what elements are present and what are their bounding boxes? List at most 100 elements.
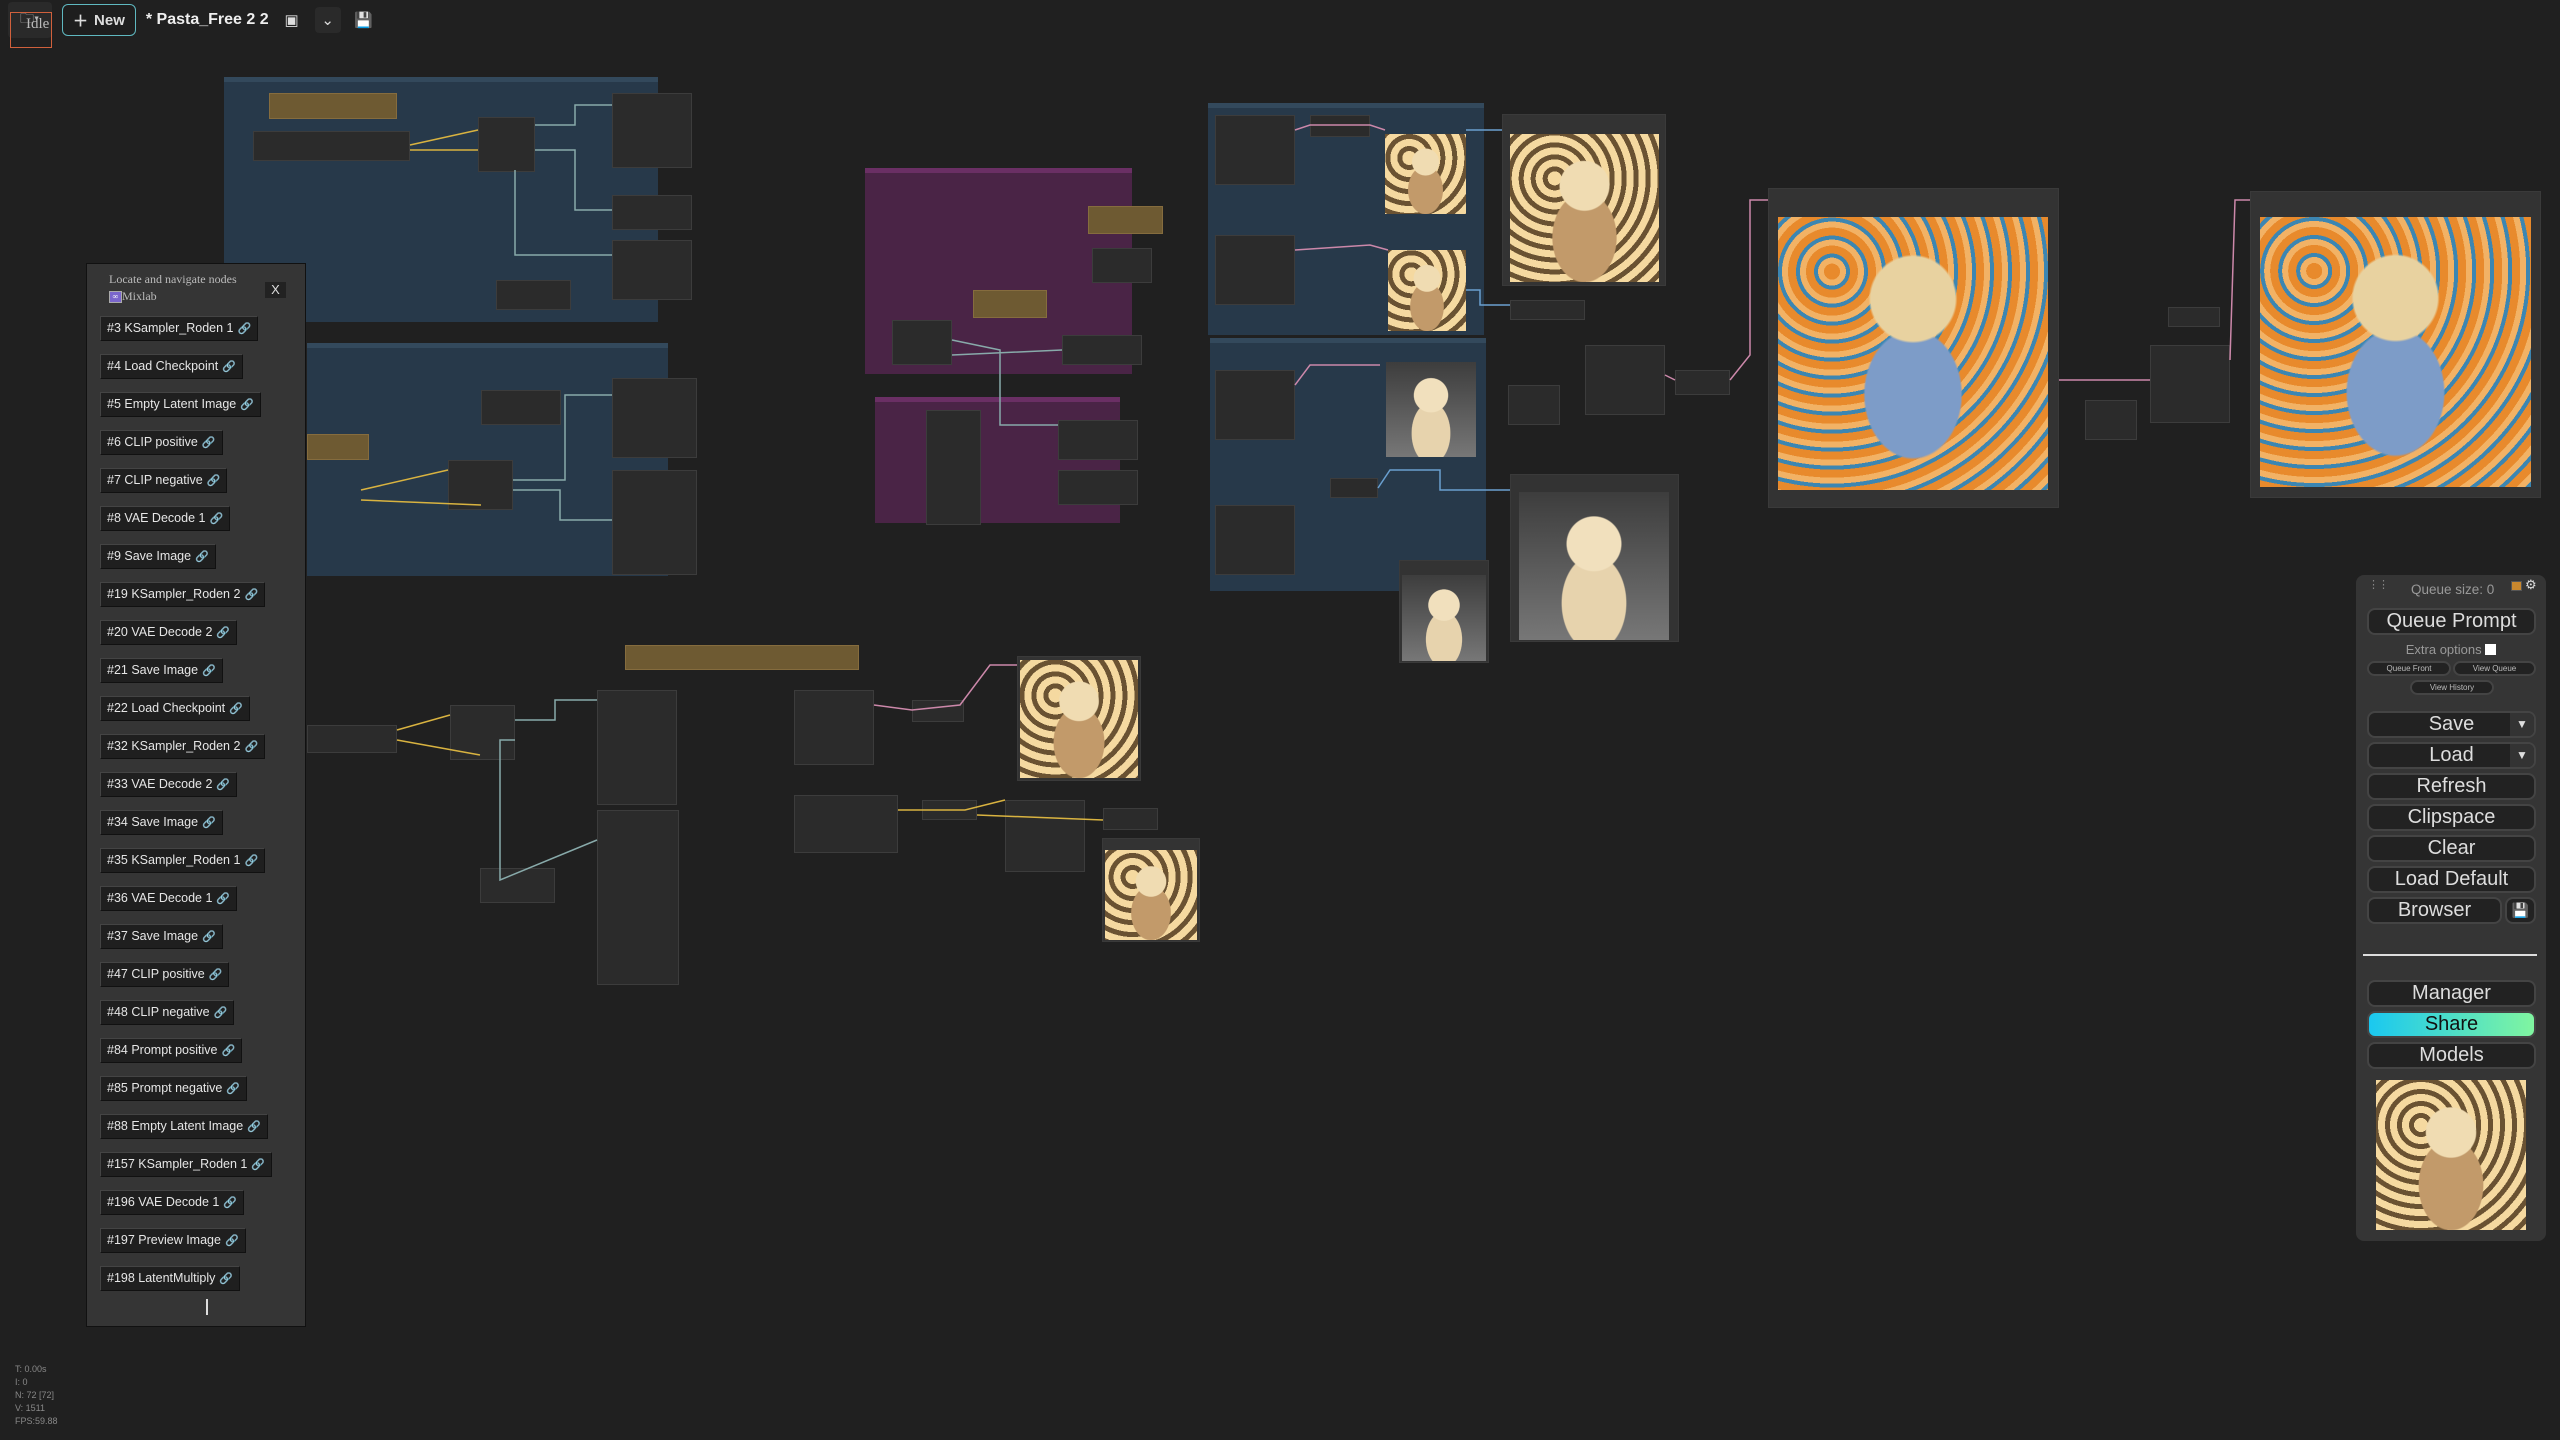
locator-item[interactable]: #7 CLIP negative 🔗	[100, 468, 228, 493]
link-icon[interactable]: 🔗	[251, 1159, 265, 1171]
link-icon[interactable]: 🔗	[240, 399, 254, 411]
wire	[1466, 129, 1510, 306]
locator-item[interactable]: #48 CLIP negative 🔗	[100, 1000, 235, 1025]
locator-item-label: #198 LatentMultiply	[107, 1271, 216, 1285]
share-button[interactable]: Share	[2367, 1011, 2536, 1038]
locator-item[interactable]: #9 Save Image 🔗	[100, 544, 216, 569]
locator-item[interactable]: #19 KSampler_Roden 2 🔗	[100, 582, 266, 607]
image-feed-icon[interactable]	[2511, 581, 2522, 591]
link-icon[interactable]: 🔗	[219, 1273, 233, 1285]
locator-list[interactable]: #3 KSampler_Roden 1 🔗 #4 Load Checkpoint 🔗 #…	[100, 316, 301, 1298]
view-history-button[interactable]: View History	[2410, 680, 2494, 695]
caret-down-icon[interactable]: ▼	[2510, 744, 2534, 767]
load-default-button[interactable]: Load Default	[2367, 866, 2536, 893]
locator-item[interactable]: #157 KSampler_Roden 1 🔗	[100, 1152, 273, 1177]
save-button[interactable]: Save ▼	[2367, 711, 2536, 738]
locator-item[interactable]: #3 KSampler_Roden 1 🔗	[100, 316, 259, 341]
link-icon[interactable]: 🔗	[221, 1045, 235, 1057]
locator-item[interactable]: #84 Prompt positive 🔗	[100, 1038, 243, 1063]
locator-item-label: #35 KSampler_Roden 1	[107, 853, 241, 867]
link-icon[interactable]: 🔗	[229, 703, 243, 715]
locator-item[interactable]: #47 CLIP positive 🔗	[100, 962, 230, 987]
locator-item[interactable]: #85 Prompt negative 🔗	[100, 1076, 248, 1101]
load-button[interactable]: Load ▼	[2367, 742, 2536, 769]
link-icon[interactable]: 🔗	[247, 1121, 261, 1133]
manager-button[interactable]: Manager	[2367, 980, 2536, 1007]
locator-item[interactable]: #4 Load Checkpoint 🔗	[100, 354, 243, 379]
canvas-stats: T: 0.00s I: 0 N: 72 [72] V: 1511 FPS:59.…	[15, 1363, 58, 1428]
locator-item-label: #19 KSampler_Roden 2	[107, 587, 241, 601]
locator-item-label: #84 Prompt positive	[107, 1043, 218, 1057]
locator-item[interactable]: #8 VAE Decode 1 🔗	[100, 506, 231, 531]
save-label: Save	[2428, 713, 2475, 735]
link-icon[interactable]: 🔗	[214, 1007, 228, 1019]
link-icon[interactable]: 🔗	[202, 665, 216, 677]
locator-item[interactable]: #35 KSampler_Roden 1 🔗	[100, 848, 266, 873]
locator-item[interactable]: #197 Preview Image 🔗	[100, 1228, 246, 1253]
locator-item[interactable]: #33 VAE Decode 2 🔗	[100, 772, 238, 797]
link-icon[interactable]: 🔗	[209, 969, 223, 981]
view-queue-button[interactable]: View Queue	[2453, 661, 2536, 676]
locator-item[interactable]: #20 VAE Decode 2 🔗	[100, 620, 238, 645]
node-locator-panel: Locate and navigate nodes ∞ Mixlab X #3 K…	[86, 263, 306, 1327]
link-icon[interactable]: 🔗	[226, 1083, 240, 1095]
locator-item-label: #20 VAE Decode 2	[107, 625, 213, 639]
link-icon[interactable]: 🔗	[225, 1235, 239, 1247]
wire	[873, 664, 1017, 711]
locator-item[interactable]: #88 Empty Latent Image 🔗	[100, 1114, 268, 1139]
queue-prompt-button[interactable]: Queue Prompt	[2367, 608, 2536, 635]
locator-item[interactable]: #34 Save Image 🔗	[100, 810, 223, 835]
link-icon[interactable]: 🔗	[195, 551, 209, 563]
link-icon[interactable]: 🔗	[202, 437, 216, 449]
extra-options-checkbox[interactable]	[2485, 644, 2497, 655]
link-icon[interactable]: 🔗	[207, 475, 221, 487]
locator-item[interactable]: #5 Empty Latent Image 🔗	[100, 392, 261, 417]
link-icon[interactable]: 🔗	[222, 361, 236, 373]
comfy-menu: ⋮⋮ Queue size: 0 ⚙ Queue Prompt Extra op…	[2356, 575, 2546, 1241]
locator-item[interactable]: #22 Load Checkpoint 🔗	[100, 696, 250, 721]
link-icon[interactable]: 🔗	[237, 323, 251, 335]
models-button[interactable]: Models	[2367, 1042, 2536, 1069]
browser-button[interactable]: Browser	[2367, 897, 2502, 924]
clear-button[interactable]: Clear	[2367, 835, 2536, 862]
link-icon[interactable]: 🔗	[216, 779, 230, 791]
gear-icon[interactable]: ⚙	[2525, 577, 2537, 593]
locator-item[interactable]: #198 LatentMultiply 🔗	[100, 1266, 241, 1291]
link-icon[interactable]: 🔗	[209, 513, 223, 525]
locator-item-label: #85 Prompt negative	[107, 1081, 223, 1095]
locator-item[interactable]: #37 Save Image 🔗	[100, 924, 223, 949]
locator-item[interactable]: #21 Save Image 🔗	[100, 658, 223, 683]
locator-item-label: #7 CLIP negative	[107, 473, 203, 487]
locator-item-label: #196 VAE Decode 1	[107, 1195, 220, 1209]
latest-preview-image[interactable]	[2376, 1080, 2526, 1230]
link-icon[interactable]: 🔗	[202, 817, 216, 829]
link-icon[interactable]: 🔗	[244, 855, 258, 867]
node-wires	[360, 104, 2250, 882]
refresh-button[interactable]: Refresh	[2367, 773, 2536, 800]
locator-title: Locate and navigate nodes	[109, 272, 237, 286]
drag-handle-icon[interactable]: ⋮⋮	[2368, 580, 2389, 591]
locator-item[interactable]: #196 VAE Decode 1 🔗	[100, 1190, 245, 1215]
locator-item-label: #8 VAE Decode 1	[107, 511, 206, 525]
wire	[499, 699, 598, 882]
locator-item[interactable]: #36 VAE Decode 1 🔗	[100, 886, 238, 911]
locator-item-label: #5 Empty Latent Image	[107, 397, 237, 411]
link-icon[interactable]: 🔗	[223, 1197, 237, 1209]
text-cursor	[206, 1299, 208, 1315]
close-button[interactable]: X	[265, 282, 286, 298]
caret-down-icon[interactable]: ▼	[2510, 713, 2534, 736]
link-icon[interactable]: 🔗	[244, 589, 258, 601]
link-icon[interactable]: 🔗	[216, 893, 230, 905]
locator-item[interactable]: #6 CLIP positive 🔗	[100, 430, 223, 455]
wire	[1664, 199, 1768, 381]
link-icon[interactable]: 🔗	[244, 741, 258, 753]
queue-front-button[interactable]: Queue Front	[2367, 661, 2451, 676]
link-icon[interactable]: 🔗	[216, 627, 230, 639]
locator-item[interactable]: #32 KSampler_Roden 2 🔗	[100, 734, 266, 759]
link-icon[interactable]: 🔗	[202, 931, 216, 943]
floppy-disk-icon[interactable]: 💾	[2505, 897, 2536, 924]
locator-item-label: #34 Save Image	[107, 815, 199, 829]
clipspace-button[interactable]: Clipspace	[2367, 804, 2536, 831]
locator-brand: Mixlab	[122, 289, 157, 303]
wire	[951, 339, 1063, 426]
